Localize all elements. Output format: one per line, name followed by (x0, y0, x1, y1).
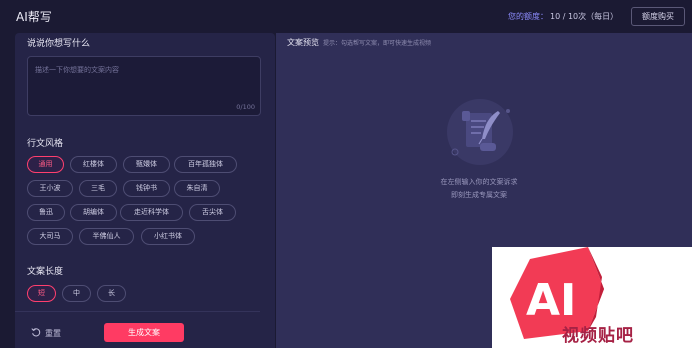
style-chip-zhuziqing[interactable]: 朱自清 (174, 180, 220, 197)
action-bar: 重置 生成文案 (15, 311, 260, 348)
style-title: 行文风格 (27, 139, 64, 149)
preview-header: 文案预览 提示：勾选帮写文案，即可快速生成视频 (287, 37, 431, 48)
char-counter: 0/100 (236, 103, 255, 111)
scroll-quill-icon (444, 97, 514, 171)
prompt-textarea[interactable]: 描述一下你想要的文案内容 0/100 (27, 56, 261, 116)
preview-title: 文案预览 (287, 38, 319, 47)
empty-hint-line2: 即刻生成专属文案 (451, 191, 507, 199)
app-title: AI帮写 (16, 10, 52, 24)
style-chip-honglou[interactable]: 红楼体 (70, 156, 117, 173)
length-title: 文案长度 (27, 267, 64, 277)
preview-hint: 提示：勾选帮写文案，即可快速生成视频 (323, 40, 432, 47)
prompt-title: 说说你想写什么 (27, 39, 91, 49)
length-chip-long[interactable]: 长 (97, 285, 126, 302)
refresh-icon (31, 327, 45, 339)
style-chip-xiaohongshu[interactable]: 小红书体 (141, 228, 195, 245)
style-chip-hubian[interactable]: 胡编体 (70, 204, 117, 221)
input-panel: 说说你想写什么 描述一下你想要的文案内容 0/100 行文风格 通用 红楼体 甄… (15, 33, 275, 348)
quota-label: 您的额度： (508, 12, 548, 21)
style-chip-zoujin[interactable]: 走近科学体 (120, 204, 183, 221)
style-chip-sanmao[interactable]: 三毛 (79, 180, 117, 197)
empty-hint-line1: 在左侧输入你的文案诉求 (440, 178, 518, 186)
style-chip-tongyong[interactable]: 通用 (27, 156, 64, 173)
reset-button[interactable]: 重置 (31, 327, 61, 339)
length-chip-short[interactable]: 短 (27, 285, 56, 302)
buy-quota-button[interactable]: 额度购买 (631, 7, 685, 26)
quota-display: 您的额度： 10 / 10次（每日） (508, 11, 618, 22)
length-chip-medium[interactable]: 中 (62, 285, 91, 302)
reset-label: 重置 (45, 328, 61, 338)
style-chip-luxun[interactable]: 鲁迅 (27, 204, 65, 221)
style-chip-dasima[interactable]: 大司马 (27, 228, 73, 245)
style-chip-shejian[interactable]: 舌尖体 (189, 204, 236, 221)
style-chip-banfo[interactable]: 半佛仙人 (79, 228, 134, 245)
quota-value: 10 / 10次（每日） (550, 12, 619, 21)
watermark-text: 视频贴吧 (562, 326, 634, 346)
style-chip-wangxiaobo[interactable]: 王小波 (27, 180, 73, 197)
watermark: AI 视频贴吧 (492, 247, 692, 348)
style-chip-zhenhuan[interactable]: 甄嬛体 (123, 156, 170, 173)
generate-button[interactable]: 生成文案 (104, 323, 184, 342)
style-chip-qianzhongshu[interactable]: 钱钟书 (123, 180, 170, 197)
header-bar: AI帮写 您的额度： 10 / 10次（每日） 额度购买 (0, 0, 692, 33)
prompt-placeholder: 描述一下你想要的文案内容 (35, 66, 119, 74)
watermark-logo-text: AI (526, 275, 576, 326)
style-chip-bainian[interactable]: 百年孤独体 (174, 156, 237, 173)
